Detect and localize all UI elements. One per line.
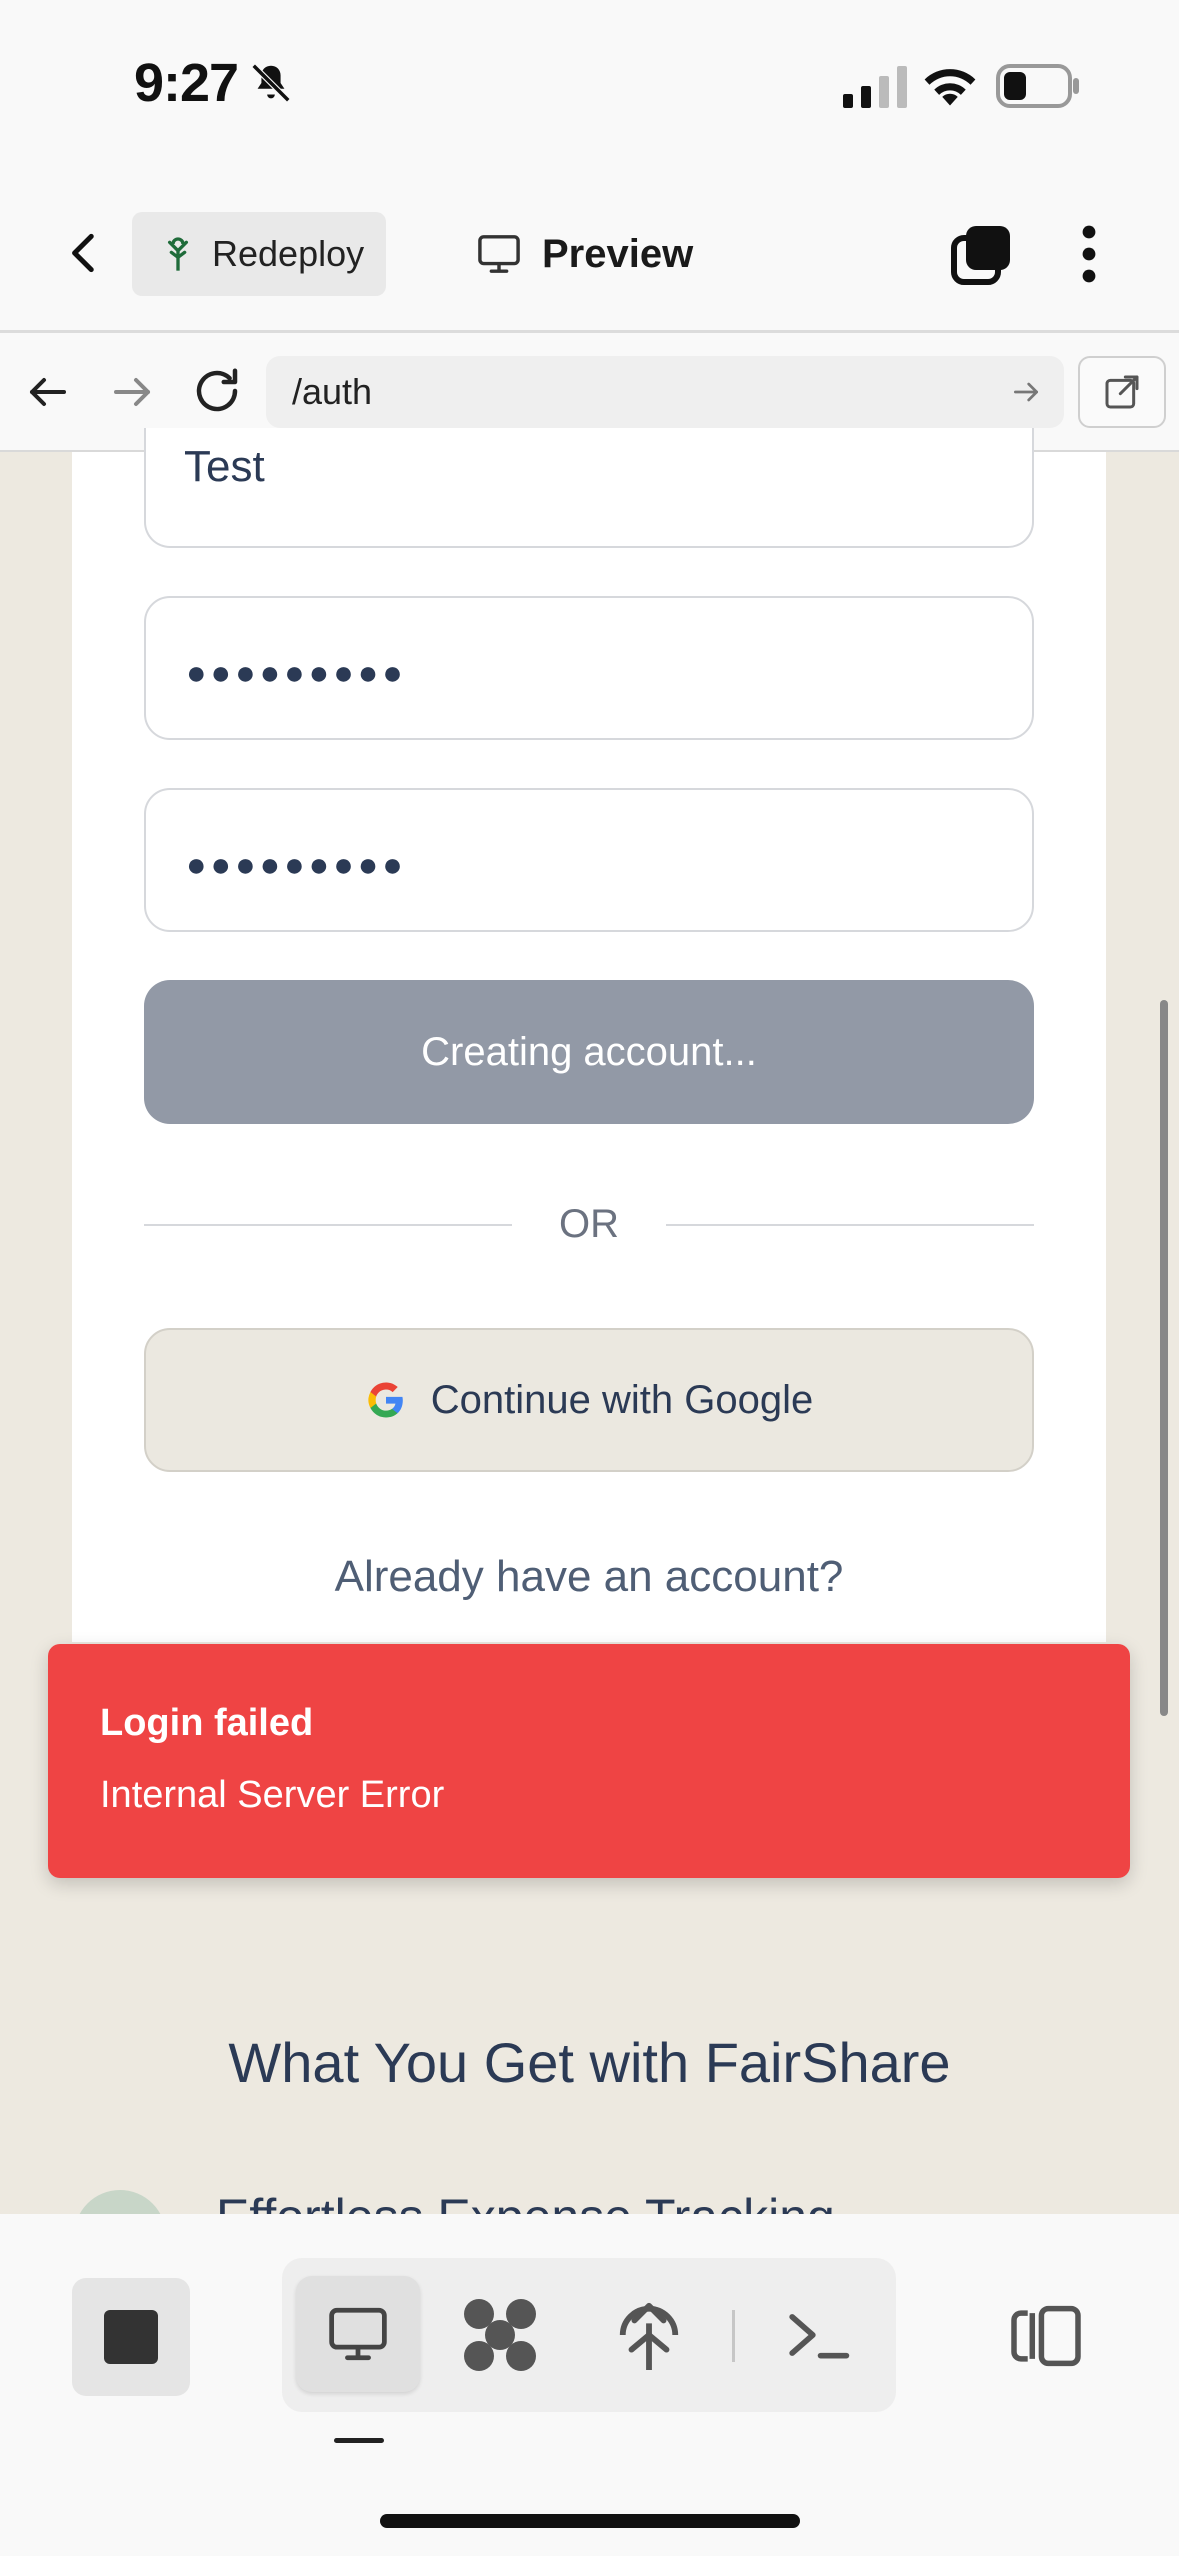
status-time: 9:27 [134,53,239,113]
arrow-right-icon[interactable] [108,368,156,416]
wifi-icon [924,69,976,106]
reload-icon[interactable] [190,364,244,418]
confirm-password-mask: ●●●●●●●●● [186,846,407,884]
header-divider [0,330,1179,333]
tab-preview[interactable] [296,2276,420,2392]
url-bar[interactable]: /auth [266,356,1064,428]
google-signin-button[interactable]: Continue with Google [144,1328,1034,1472]
name-field[interactable]: Test [144,428,1034,548]
home-indicator[interactable] [380,2514,800,2528]
or-label: OR [559,1202,619,1246]
seedling-icon [168,237,188,271]
monitor-icon [329,2307,387,2361]
external-link-icon [1105,375,1139,409]
bell-slash-icon [251,63,291,103]
features-heading: What You Get with FairShare [228,2031,951,2094]
split-view-icon[interactable] [1008,2304,1084,2368]
active-tab-indicator [334,2438,384,2443]
have-account-link[interactable]: Already have an account? [72,1552,1106,1602]
redeploy-label: Redeploy [212,233,365,274]
stop-icon [104,2310,158,2364]
preview-button[interactable]: Preview [476,224,726,284]
create-account-label: Creating account... [421,1029,757,1074]
battery-icon [996,64,1079,108]
tab-separator [732,2310,735,2362]
preview-label: Preview [542,231,694,276]
go-arrow-icon[interactable] [1010,376,1042,408]
open-external-button[interactable] [1078,356,1166,428]
create-account-button[interactable]: Creating account... [144,980,1034,1124]
back-icon[interactable] [60,228,110,278]
name-value: Test [184,442,265,491]
nodes-icon[interactable] [458,2296,542,2374]
arrow-left-icon[interactable] [24,368,72,416]
error-toast[interactable]: Login failed Internal Server Error [48,1644,1130,1878]
deploy-icon[interactable] [614,2296,684,2374]
or-divider-left [144,1224,512,1226]
stop-button[interactable] [72,2278,190,2396]
redeploy-button[interactable]: Redeploy [132,212,386,296]
password-field[interactable]: ●●●●●●●●● [144,596,1034,740]
more-vertical-icon[interactable] [1074,222,1104,286]
google-signin-label: Continue with Google [430,1377,814,1422]
toast-title: Login failed [100,1702,314,1744]
terminal-icon[interactable] [784,2304,852,2366]
password-mask: ●●●●●●●●● [186,654,407,692]
toast-message: Internal Server Error [100,1774,445,1816]
url-text: /auth [292,371,373,412]
google-icon [368,1382,403,1418]
confirm-password-field[interactable]: ●●●●●●●●● [144,788,1034,932]
signup-card: Test ●●●●●●●●● ●●●●●●●●● Creating accoun… [72,428,1106,1642]
monitor-icon [478,235,520,273]
layers-icon[interactable] [950,222,1014,286]
signal-icon [843,66,907,108]
or-divider-right [666,1224,1034,1226]
page-scrollbar[interactable] [1160,1000,1168,1716]
